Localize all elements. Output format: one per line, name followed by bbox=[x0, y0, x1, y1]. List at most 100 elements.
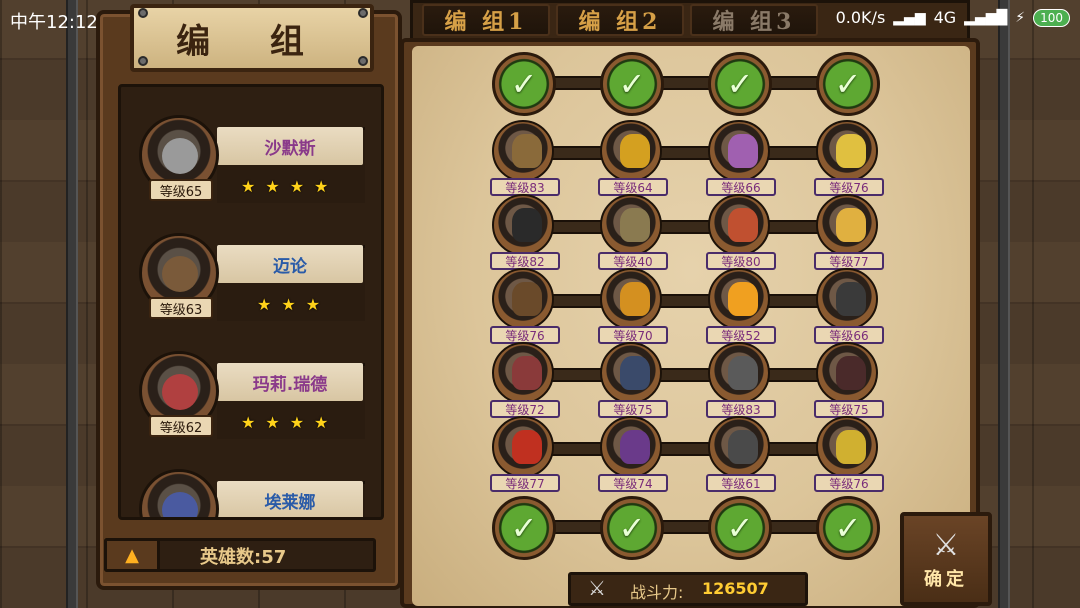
formation-unit[interactable]: 等级70 bbox=[598, 268, 668, 344]
unit-portrait bbox=[816, 194, 878, 256]
charging-icon: ⚡ bbox=[1015, 9, 1026, 26]
row-connector bbox=[540, 146, 860, 160]
star-icon: ★ bbox=[241, 413, 256, 432]
unit-figure bbox=[836, 430, 866, 464]
unit-portrait bbox=[708, 120, 770, 182]
unit-figure bbox=[512, 134, 542, 168]
unit-portrait bbox=[816, 416, 878, 478]
unit-figure bbox=[512, 282, 542, 316]
unit-level: 等级74 bbox=[598, 474, 668, 492]
unit-level: 等级76 bbox=[814, 474, 884, 492]
status-time: 中午12:12 bbox=[10, 12, 98, 33]
unit-portrait bbox=[600, 268, 662, 330]
unit-figure bbox=[512, 208, 542, 242]
right-pillar bbox=[998, 0, 1010, 608]
formation-unit[interactable]: 等级74 bbox=[598, 416, 668, 492]
formation-unit[interactable]: 等级75 bbox=[814, 342, 884, 418]
row-connector bbox=[540, 368, 860, 382]
battery-indicator: 100 bbox=[1033, 8, 1070, 27]
unit-portrait bbox=[708, 268, 770, 330]
formation-unit[interactable]: 等级77 bbox=[814, 194, 884, 270]
panel-title: 编 组 bbox=[130, 4, 374, 72]
hero-name: 迈论 bbox=[217, 245, 363, 283]
formation-slot[interactable]: ✓ bbox=[600, 496, 664, 560]
formation-unit[interactable]: 等级76 bbox=[814, 120, 884, 196]
formation-unit[interactable]: 等级52 bbox=[706, 268, 776, 344]
unit-figure bbox=[728, 208, 758, 242]
formation-unit[interactable]: 等级72 bbox=[490, 342, 560, 418]
unit-portrait bbox=[816, 342, 878, 404]
hero-stars: ★ ★ ★ ★ bbox=[241, 413, 328, 432]
hero-helmet-icon[interactable]: ▲ bbox=[104, 538, 160, 572]
formation-slot[interactable]: ✓ bbox=[708, 52, 772, 116]
star-icon: ★ bbox=[289, 413, 305, 432]
unit-figure bbox=[728, 134, 758, 168]
formation-slot[interactable]: ✓ bbox=[492, 496, 556, 560]
unit-portrait bbox=[492, 342, 554, 404]
star-icon: ★ bbox=[241, 177, 256, 196]
unit-portrait bbox=[600, 120, 662, 182]
formation-unit[interactable]: 等级82 bbox=[490, 194, 560, 270]
formation-unit[interactable]: 等级80 bbox=[706, 194, 776, 270]
hero-stars: ★ ★ ★ bbox=[257, 295, 320, 314]
star-icon: ★ bbox=[314, 413, 329, 432]
unit-figure bbox=[512, 356, 542, 390]
check-icon: ✓ bbox=[618, 509, 646, 547]
formation-slot[interactable]: ✓ bbox=[708, 496, 772, 560]
formation-unit[interactable]: 等级76 bbox=[814, 416, 884, 492]
confirm-label: 确定 bbox=[924, 568, 968, 590]
hero-card[interactable]: 沙默斯 ★ ★ ★ ★ 等级65 bbox=[121, 101, 381, 209]
formation-unit[interactable]: 等级83 bbox=[706, 342, 776, 418]
rivet-icon bbox=[138, 8, 148, 18]
unit-figure bbox=[728, 430, 758, 464]
hero-level: 等级63 bbox=[149, 297, 213, 319]
tab-group-1[interactable]: 编 组1 bbox=[422, 4, 550, 36]
hero-card[interactable]: 迈论 ★ ★ ★ 等级63 bbox=[121, 219, 381, 327]
hero-level: 等级65 bbox=[149, 179, 213, 201]
check-icon: ✓ bbox=[834, 65, 862, 103]
formation-unit[interactable]: 等级83 bbox=[490, 120, 560, 196]
unit-portrait bbox=[492, 120, 554, 182]
unit-figure bbox=[620, 208, 650, 242]
unit-level: 等级77 bbox=[490, 474, 560, 492]
formation-unit[interactable]: 等级75 bbox=[598, 342, 668, 418]
hero-name: 玛莉.瑞德 bbox=[217, 363, 363, 401]
check-icon: ✓ bbox=[726, 65, 754, 103]
formation-unit[interactable]: 等级76 bbox=[490, 268, 560, 344]
star-icon: ★ bbox=[305, 295, 321, 314]
unit-figure bbox=[836, 134, 866, 168]
rivet-icon bbox=[358, 56, 368, 66]
row-connector bbox=[540, 220, 860, 234]
hero-list[interactable]: 沙默斯 ★ ★ ★ ★ 等级65 迈论 ★ ★ ★ 等级63 玛莉.瑞德 ★ ★… bbox=[118, 84, 384, 520]
row-connector bbox=[540, 520, 860, 534]
hero-count: 英雄数:57 bbox=[200, 547, 287, 568]
tab-group-3[interactable]: 编 组3 bbox=[690, 4, 818, 36]
check-icon: ✓ bbox=[510, 65, 538, 103]
star-icon: ★ bbox=[289, 177, 305, 196]
unit-figure bbox=[620, 134, 650, 168]
power-value: 126507 bbox=[702, 579, 769, 598]
unit-portrait bbox=[492, 268, 554, 330]
unit-portrait bbox=[600, 342, 662, 404]
formation-slot[interactable]: ✓ bbox=[492, 52, 556, 116]
hero-card[interactable]: 埃莱娜 bbox=[121, 455, 381, 517]
confirm-button[interactable]: ⚔ 确定 bbox=[900, 512, 992, 606]
formation-unit[interactable]: 等级64 bbox=[598, 120, 668, 196]
hero-name: 沙默斯 bbox=[217, 127, 363, 165]
formation-unit[interactable]: 等级77 bbox=[490, 416, 560, 492]
tab-group-2[interactable]: 编 组2 bbox=[556, 4, 684, 36]
hero-card[interactable]: 玛莉.瑞德 ★ ★ ★ ★ 等级62 bbox=[121, 337, 381, 445]
formation-slot[interactable]: ✓ bbox=[600, 52, 664, 116]
check-icon: ✓ bbox=[618, 65, 646, 103]
formation-unit[interactable]: 等级66 bbox=[814, 268, 884, 344]
unit-portrait bbox=[600, 416, 662, 478]
formation-unit[interactable]: 等级66 bbox=[706, 120, 776, 196]
formation-slot[interactable]: ✓ bbox=[816, 52, 880, 116]
formation-unit[interactable]: 等级61 bbox=[706, 416, 776, 492]
rivet-icon bbox=[138, 56, 148, 66]
formation-slot[interactable]: ✓ bbox=[816, 496, 880, 560]
formation-unit[interactable]: 等级40 bbox=[598, 194, 668, 270]
unit-figure bbox=[620, 356, 650, 390]
star-icon: ★ bbox=[265, 413, 280, 432]
unit-figure bbox=[620, 430, 650, 464]
